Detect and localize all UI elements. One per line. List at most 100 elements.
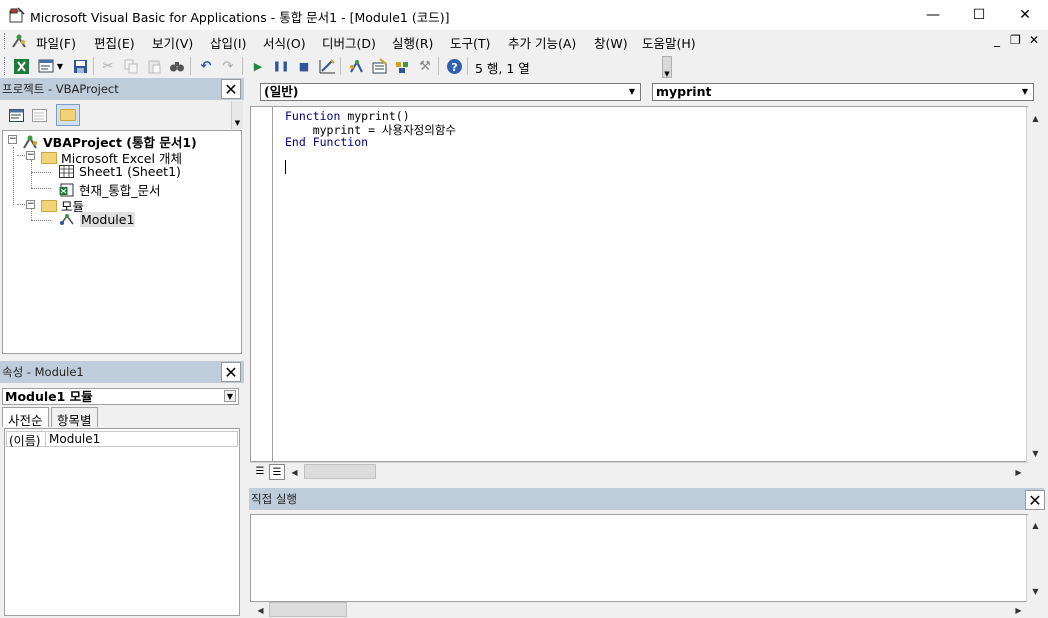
code-line[interactable]: End Function bbox=[285, 135, 368, 149]
chevron-down-icon[interactable]: ▼ bbox=[1019, 86, 1031, 98]
property-row[interactable]: (이름) Module1 bbox=[6, 431, 238, 448]
tree-item-label: Sheet1 (Sheet1) bbox=[79, 164, 181, 179]
scroll-up-icon[interactable]: ▲ bbox=[1027, 110, 1044, 127]
reset-icon[interactable]: ■ bbox=[294, 56, 314, 76]
excel-icon[interactable] bbox=[11, 56, 31, 76]
tab-alphabetic[interactable]: 사전순 bbox=[2, 407, 49, 428]
window-title: Microsoft Visual Basic for Applications … bbox=[30, 10, 450, 25]
menu-tools[interactable]: 도구(T) bbox=[448, 33, 492, 52]
project-explorer-close-icon[interactable]: ✕ bbox=[221, 79, 241, 99]
minimize-button[interactable]: — bbox=[910, 0, 956, 30]
code-editor[interactable] bbox=[250, 106, 1028, 462]
code-line[interactable]: Function myprint() bbox=[285, 109, 410, 123]
text-caret bbox=[285, 160, 286, 174]
mdi-close-button[interactable]: ✕ bbox=[1029, 33, 1039, 47]
horizontal-scroll-thumb[interactable] bbox=[304, 464, 376, 479]
project-tree: − VBAProject (통합 문서1) − Microsoft Excel … bbox=[2, 130, 242, 354]
properties-object-select[interactable]: Module1 모듈 ▼ bbox=[2, 388, 239, 405]
view-code-icon[interactable] bbox=[6, 105, 26, 125]
horizontal-scroll-thumb[interactable] bbox=[269, 602, 347, 617]
project-explorer-header: 프로젝트 - VBAProject bbox=[0, 78, 244, 100]
menu-view[interactable]: 보기(V) bbox=[150, 33, 195, 52]
run-icon[interactable]: ▶ bbox=[248, 56, 268, 76]
menubar-grip[interactable] bbox=[4, 33, 7, 49]
help-icon[interactable]: ? bbox=[444, 56, 464, 76]
tree-connector bbox=[13, 147, 14, 205]
view-object-icon[interactable] bbox=[29, 105, 49, 125]
scroll-right-icon[interactable]: ▶ bbox=[1010, 602, 1027, 618]
copy-icon[interactable] bbox=[121, 56, 141, 76]
chevron-down-icon[interactable]: ▼ bbox=[224, 390, 236, 402]
mdi-restore-button[interactable]: ❐ bbox=[1010, 33, 1021, 47]
scroll-down-icon[interactable]: ▼ bbox=[1027, 583, 1044, 600]
svg-text:?: ? bbox=[451, 61, 457, 74]
property-name: (이름) bbox=[9, 434, 41, 448]
immediate-editor[interactable] bbox=[250, 514, 1028, 602]
menu-edit[interactable]: 편집(E) bbox=[92, 33, 137, 52]
redo-icon[interactable]: ↷ bbox=[218, 56, 238, 76]
save-icon[interactable] bbox=[70, 56, 90, 76]
menu-insert[interactable]: 삽입(I) bbox=[208, 33, 248, 52]
chevron-down-icon[interactable]: ▼ bbox=[54, 56, 66, 76]
menu-run[interactable]: 실행(R) bbox=[390, 33, 435, 52]
object-browser-icon[interactable] bbox=[392, 56, 412, 76]
immediate-horizontal-scrollbar[interactable]: ◀ ▶ bbox=[250, 602, 1028, 618]
find-icon[interactable] bbox=[167, 56, 187, 76]
chevron-down-icon[interactable]: ▼ bbox=[626, 86, 638, 98]
immediate-close-icon[interactable]: ✕ bbox=[1025, 490, 1045, 510]
immediate-window-title: 직접 실행 bbox=[251, 492, 297, 506]
scroll-left-icon[interactable]: ◀ bbox=[252, 602, 269, 618]
vba-menu-icon[interactable] bbox=[10, 32, 28, 50]
code-bottom-bar: ☰ ☰ ◀ ▶ bbox=[250, 462, 1028, 481]
tree-item-module1[interactable]: Module1 bbox=[59, 212, 136, 227]
properties-close-icon[interactable]: ✕ bbox=[221, 362, 241, 382]
break-icon[interactable]: ❚❚ bbox=[271, 56, 291, 76]
code-margin-indicator-bar[interactable] bbox=[251, 107, 273, 461]
tree-connector bbox=[31, 220, 51, 221]
insert-module-icon[interactable] bbox=[36, 56, 56, 76]
maximize-button[interactable]: ☐ bbox=[956, 0, 1002, 30]
scroll-up-icon[interactable]: ▲ bbox=[1027, 517, 1044, 534]
paste-icon[interactable] bbox=[144, 56, 164, 76]
full-module-view-icon[interactable]: ☰ bbox=[269, 464, 285, 480]
menu-addins[interactable]: 추가 기능(A) bbox=[506, 33, 578, 52]
object-combo[interactable]: (일반) ▼ bbox=[260, 83, 641, 101]
toolbar-options-button[interactable]: ▼ bbox=[662, 56, 672, 78]
undo-icon[interactable]: ↶ bbox=[196, 56, 216, 76]
menu-window[interactable]: 창(W) bbox=[592, 33, 630, 52]
properties-icon[interactable] bbox=[369, 56, 389, 76]
menu-debug[interactable]: 디버그(D) bbox=[320, 33, 378, 52]
folder-icon bbox=[41, 199, 57, 212]
menu-file[interactable]: 파일(F) bbox=[34, 33, 78, 52]
properties-title: 속성 - Module1 bbox=[2, 365, 84, 379]
collapse-root-icon[interactable]: − bbox=[8, 135, 17, 144]
property-value[interactable]: Module1 bbox=[49, 432, 100, 446]
cut-icon[interactable]: ✂ bbox=[98, 56, 118, 76]
properties-grid: (이름) Module1 bbox=[4, 428, 240, 616]
toggle-folders-icon[interactable] bbox=[56, 104, 80, 126]
scroll-down-icon[interactable]: ▼ bbox=[1027, 445, 1044, 462]
tree-item-sheet1[interactable]: Sheet1 (Sheet1) bbox=[59, 164, 181, 179]
procedure-view-icon[interactable]: ☰ bbox=[252, 464, 268, 480]
project-toolbar-overflow[interactable]: ▼ bbox=[231, 101, 243, 129]
project-explorer-icon[interactable] bbox=[346, 56, 366, 76]
collapse-objects-icon[interactable]: − bbox=[26, 151, 35, 160]
scroll-left-icon[interactable]: ◀ bbox=[286, 464, 303, 481]
menu-format[interactable]: 서식(O) bbox=[261, 33, 308, 52]
scroll-track[interactable] bbox=[1029, 129, 1043, 443]
toolbar-grip[interactable] bbox=[4, 57, 7, 75]
close-button[interactable]: ✕ bbox=[1002, 0, 1048, 30]
properties-header: 속성 - Module1 bbox=[0, 361, 244, 383]
tab-categorized[interactable]: 항목별 bbox=[51, 407, 98, 428]
toolbox-icon[interactable]: ⚒ bbox=[415, 56, 435, 76]
mdi-minimize-button[interactable]: _ bbox=[994, 33, 1000, 47]
project-explorer-title: 프로젝트 - VBAProject bbox=[2, 82, 119, 96]
collapse-modules-icon[interactable]: − bbox=[26, 200, 35, 209]
immediate-vertical-scrollbar[interactable]: ▲ ▼ bbox=[1026, 515, 1044, 602]
procedure-combo[interactable]: myprint ▼ bbox=[652, 83, 1034, 101]
scroll-right-icon[interactable]: ▶ bbox=[1010, 464, 1027, 481]
design-mode-icon[interactable] bbox=[317, 56, 337, 76]
workbook-icon bbox=[59, 183, 74, 196]
code-vertical-scrollbar[interactable]: ▲ ▼ bbox=[1026, 107, 1044, 462]
menu-help[interactable]: 도움말(H) bbox=[640, 33, 698, 52]
